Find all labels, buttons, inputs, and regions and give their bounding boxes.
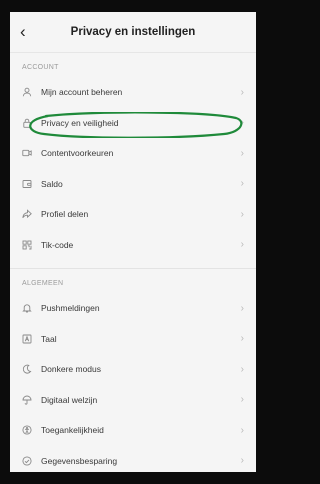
menu-item-label: Donkere modus xyxy=(41,364,102,375)
moon-icon xyxy=(22,364,32,374)
accessibility-icon xyxy=(22,425,32,435)
menu-item-label: Digitaal welzijn xyxy=(41,394,98,405)
chevron-right-icon: › xyxy=(240,86,244,98)
umbrella-icon xyxy=(22,395,32,405)
chevron-right-icon: › xyxy=(240,178,244,190)
menu-item-label: Gegevensbesparing xyxy=(41,455,118,466)
chevron-right-icon: › xyxy=(240,117,244,129)
lock-icon xyxy=(22,118,32,128)
menu-item-label: Contentvoorkeuren xyxy=(41,148,114,159)
page-title: Privacy en instellingen xyxy=(70,26,196,38)
share-icon xyxy=(22,209,32,219)
wallet-icon xyxy=(22,179,32,189)
menu-item-label: Profiel delen xyxy=(41,209,89,220)
menu-item-label: Saldo xyxy=(41,178,63,189)
chevron-right-icon: › xyxy=(240,363,244,375)
settings-screen: ‹ Privacy en instellingen ACCOUNT Mijn a… xyxy=(10,12,256,472)
menu-item-language[interactable]: Taal › xyxy=(10,324,256,355)
menu-item-label: Mijn account beheren xyxy=(41,87,123,98)
menu-item-share-profile[interactable]: Profiel delen › xyxy=(10,199,256,230)
menu-item-data-saver[interactable]: Gegevensbesparing › xyxy=(10,446,256,473)
chevron-right-icon: › xyxy=(240,239,244,251)
chevron-right-icon: › xyxy=(240,394,244,406)
bell-icon xyxy=(22,303,32,313)
chevron-right-icon: › xyxy=(240,302,244,314)
menu-item-label: Taal xyxy=(41,333,57,344)
chevron-right-icon: › xyxy=(240,208,244,220)
menu-item-accessibility[interactable]: Toegankelijkheid › xyxy=(10,415,256,446)
menu-item-dark-mode[interactable]: Donkere modus › xyxy=(10,354,256,385)
header: ‹ Privacy en instellingen xyxy=(10,12,256,53)
menu-item-digital-wellbeing[interactable]: Digitaal welzijn › xyxy=(10,385,256,416)
menu-item-tik-code[interactable]: Tik-code › xyxy=(10,230,256,261)
section-label-general: ALGEMEEN xyxy=(22,280,64,287)
chevron-right-icon: › xyxy=(240,333,244,345)
menu-item-label: Tik-code xyxy=(41,239,74,250)
menu-item-content-preferences[interactable]: Contentvoorkeuren › xyxy=(10,138,256,169)
menu-item-label: Privacy en veiligheid xyxy=(41,117,119,128)
menu-item-privacy-security[interactable]: Privacy en veiligheid › xyxy=(10,108,256,139)
qr-code-icon xyxy=(22,240,32,250)
menu-item-label: Pushmeldingen xyxy=(41,303,100,314)
menu-item-balance[interactable]: Saldo › xyxy=(10,169,256,200)
language-icon xyxy=(22,334,32,344)
section-label-account: ACCOUNT xyxy=(22,64,59,71)
chevron-right-icon: › xyxy=(240,455,244,467)
back-button[interactable]: ‹ xyxy=(20,23,26,40)
chevron-right-icon: › xyxy=(240,147,244,159)
chevron-right-icon: › xyxy=(240,424,244,436)
menu-item-manage-account[interactable]: Mijn account beheren › xyxy=(10,77,256,108)
menu-item-label: Toegankelijkheid xyxy=(41,425,104,436)
video-icon xyxy=(22,148,32,158)
data-saver-icon xyxy=(22,456,32,466)
menu-item-push-notifications[interactable]: Pushmeldingen › xyxy=(10,293,256,324)
person-icon xyxy=(22,87,32,97)
